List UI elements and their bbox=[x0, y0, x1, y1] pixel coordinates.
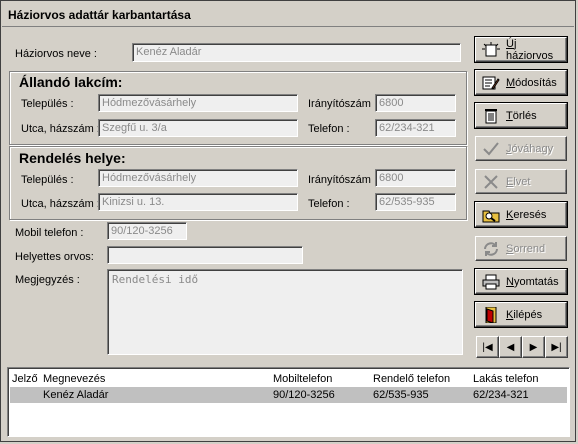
row-home-phone-cell: 62/234-321 bbox=[473, 389, 529, 401]
office-address-title: Rendelés helye: bbox=[19, 150, 126, 166]
cancel-button[interactable]: Elvet bbox=[475, 169, 567, 194]
doctor-table[interactable]: Jelző Megnevezés Mobiltelefon Rendelő te… bbox=[7, 367, 570, 437]
main-window: Háziorvos adattár karbantartása Háziorvo… bbox=[0, 0, 576, 442]
office-street-field[interactable]: Kinizsi u. 13. bbox=[98, 193, 298, 211]
permanent-address-title: Állandó lakcím: bbox=[19, 74, 123, 90]
permanent-phone-label: Telefon : bbox=[308, 123, 350, 135]
first-record-icon: |◀ bbox=[482, 341, 493, 353]
delete-label: Törlés bbox=[506, 109, 537, 122]
modify-button[interactable]: Módosítás bbox=[475, 70, 567, 95]
window-title: Háziorvos adattár karbantartása bbox=[8, 8, 191, 22]
office-phone-label: Telefon : bbox=[308, 198, 350, 210]
note-label: Megjegyzés : bbox=[15, 274, 80, 286]
cancel-label: Elvet bbox=[506, 175, 531, 188]
search-button[interactable]: Keresés bbox=[475, 202, 567, 227]
column-header-name[interactable]: Megnevezés bbox=[43, 373, 105, 385]
exit-door-icon bbox=[482, 306, 500, 323]
nav-prev-button[interactable]: ◀ bbox=[499, 336, 522, 358]
search-folder-icon bbox=[482, 207, 500, 223]
new-doctor-label: Új háziorvos bbox=[506, 37, 554, 62]
mobile-phone-field[interactable]: 90/120-3256 bbox=[107, 222, 187, 240]
permanent-phone-field[interactable]: 62/234-321 bbox=[375, 119, 456, 137]
print-button[interactable]: Nyomtatás bbox=[475, 269, 567, 294]
permanent-street-field[interactable]: Szegfű u. 3/a bbox=[98, 119, 298, 137]
title-bar: Háziorvos adattár karbantartása bbox=[2, 2, 574, 27]
note-textarea[interactable]: Rendelési idő bbox=[107, 269, 463, 355]
approve-button[interactable]: Jóváhagy bbox=[475, 136, 567, 161]
column-header-mobile[interactable]: Mobiltelefon bbox=[273, 373, 332, 385]
office-street-label: Utca, házszám : bbox=[21, 198, 100, 210]
printer-icon bbox=[482, 274, 500, 290]
sort-button[interactable]: Sorrend bbox=[475, 236, 567, 261]
trash-icon bbox=[482, 108, 500, 124]
column-header-office-phone[interactable]: Rendelő telefon bbox=[373, 373, 450, 385]
row-name-cell: Kenéz Aladár bbox=[43, 389, 109, 401]
mobile-phone-label: Mobil telefon : bbox=[15, 227, 84, 239]
row-office-phone-cell: 62/535-935 bbox=[373, 389, 429, 401]
cross-icon bbox=[482, 174, 500, 190]
prev-record-icon: ◀ bbox=[506, 341, 515, 353]
sort-label: Sorrend bbox=[506, 242, 546, 255]
sort-arrows-icon bbox=[482, 241, 500, 257]
next-record-icon: ▶ bbox=[529, 341, 538, 353]
checkmark-icon bbox=[482, 141, 500, 157]
permanent-zip-label: Irányítószám : bbox=[308, 98, 378, 110]
table-row[interactable]: Kenéz Aladár 90/120-3256 62/535-935 62/2… bbox=[10, 387, 567, 403]
exit-label: Kilépés bbox=[506, 308, 543, 321]
nav-next-button[interactable]: ▶ bbox=[522, 336, 545, 358]
approve-label: Jóváhagy bbox=[506, 142, 554, 155]
column-header-home-phone[interactable]: Lakás telefon bbox=[473, 373, 538, 385]
permanent-street-label: Utca, házszám : bbox=[21, 123, 100, 135]
office-zip-label: Irányítószám : bbox=[308, 174, 378, 186]
column-header-flag[interactable]: Jelző bbox=[12, 373, 38, 385]
new-doctor-button[interactable]: Új háziorvos bbox=[475, 37, 567, 62]
substitute-doctor-label: Helyettes orvos: bbox=[15, 251, 94, 263]
modify-label: Módosítás bbox=[506, 76, 557, 89]
search-label: Keresés bbox=[506, 208, 547, 221]
doctor-name-label: Háziorvos neve : bbox=[15, 48, 97, 60]
nav-first-button[interactable]: |◀ bbox=[476, 336, 499, 358]
edit-icon bbox=[482, 75, 500, 91]
print-label: Nyomtatás bbox=[506, 275, 559, 288]
nav-last-button[interactable]: ▶| bbox=[545, 336, 568, 358]
office-zip-field[interactable]: 6800 bbox=[375, 169, 456, 187]
permanent-city-field[interactable]: Hódmezővásárhely bbox=[98, 94, 298, 112]
office-city-label: Település : bbox=[21, 174, 74, 186]
substitute-doctor-field[interactable] bbox=[107, 246, 303, 264]
office-phone-field[interactable]: 62/535-935 bbox=[375, 193, 456, 211]
new-doctor-icon bbox=[482, 41, 500, 58]
exit-button[interactable]: Kilépés bbox=[475, 302, 567, 327]
doctor-name-field[interactable]: Kenéz Aladár bbox=[132, 43, 461, 62]
permanent-zip-field[interactable]: 6800 bbox=[375, 94, 456, 112]
office-city-field[interactable]: Hódmezővásárhely bbox=[98, 169, 298, 187]
last-record-icon: ▶| bbox=[551, 341, 562, 353]
delete-button[interactable]: Törlés bbox=[475, 103, 567, 128]
row-mobile-cell: 90/120-3256 bbox=[273, 389, 335, 401]
permanent-city-label: Település : bbox=[21, 98, 74, 110]
